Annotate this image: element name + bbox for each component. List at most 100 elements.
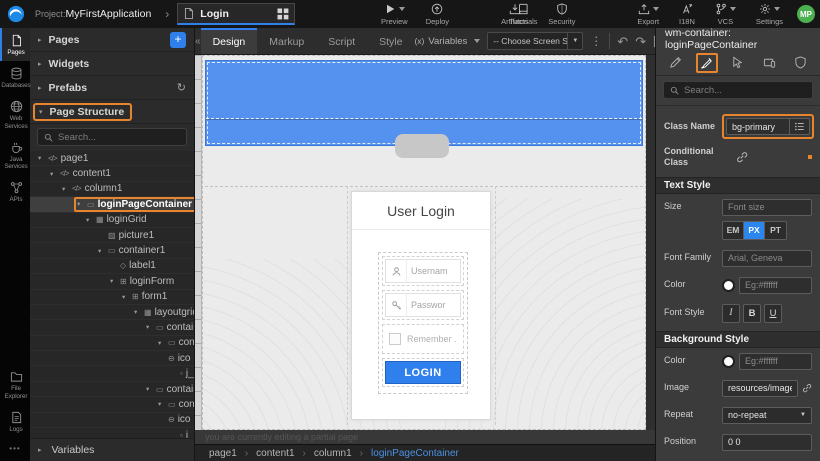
expand-arrow-icon[interactable]: ▾ [110, 277, 120, 285]
tree-node-column1[interactable]: ▾ </> column1 [30, 182, 194, 197]
font-size-input[interactable] [722, 199, 812, 216]
panel-section-page-structure[interactable]: ▾Page Structure [30, 100, 194, 124]
expand-arrow-icon[interactable]: ▾ [62, 185, 72, 193]
tree-node-ico[interactable]: ⊖ ico [30, 351, 194, 366]
bind-link-icon[interactable] [802, 382, 812, 394]
tab-style[interactable]: Style [367, 28, 414, 54]
tree-node-form1[interactable]: ▾ ⊞ form1 [30, 290, 194, 305]
bold-button[interactable]: B [743, 304, 761, 323]
deploy-button[interactable]: Deploy [417, 0, 458, 28]
tree-node-content1[interactable]: ▾ </> content1 [30, 166, 194, 181]
tree-node-layoutgrid2[interactable]: ▾ ▦ layoutgrid2 [30, 305, 194, 320]
tree-search-input[interactable] [58, 132, 180, 143]
expand-arrow-icon[interactable]: ▾ [158, 339, 168, 347]
unit-em-button[interactable]: EM [723, 222, 744, 239]
color-swatch[interactable] [722, 355, 735, 368]
add-page-button[interactable]: + [170, 32, 186, 48]
settings-button[interactable]: Settings [747, 0, 792, 28]
design-canvas[interactable]: User Login [202, 55, 646, 430]
tree-node-loginForm[interactable]: ▾ ⊞ loginForm [30, 274, 194, 289]
background-position-input[interactable] [722, 434, 812, 451]
i18n-button[interactable]: I18N [670, 0, 704, 28]
breadcrumb-item-content1[interactable]: content1 [256, 448, 294, 459]
expand-arrow-icon[interactable]: ▾ [146, 385, 156, 393]
background-color-input[interactable] [739, 353, 812, 370]
tab-design[interactable]: Design [201, 28, 258, 54]
rail-item-pages[interactable]: Pages [0, 28, 30, 61]
expand-arrow-icon[interactable]: ▾ [158, 400, 168, 408]
color-swatch[interactable] [722, 279, 735, 292]
rail-item-web-services[interactable]: Web Services [0, 94, 30, 134]
rail-item-databases[interactable]: Databases [0, 61, 30, 94]
events-tab-cursor-icon[interactable] [727, 53, 749, 73]
font-family-input[interactable] [722, 250, 812, 267]
vcs-button[interactable]: VCS [706, 0, 745, 28]
redo-icon[interactable]: ↷ [635, 35, 646, 48]
breadcrumb-item-column1[interactable]: column1 [314, 448, 352, 459]
expand-arrow-icon[interactable]: ▾ [122, 293, 132, 301]
tree-node-container1[interactable]: ▾ ▭ container1 [30, 243, 194, 258]
picture-placeholder[interactable] [395, 134, 449, 158]
login-form[interactable]: Remember ... LOGIN [378, 252, 468, 394]
rail-item-apis[interactable]: APIs [0, 175, 30, 208]
expand-arrow-icon[interactable]: ▾ [86, 216, 96, 224]
more-rail-items-icon[interactable]: ••• [0, 438, 30, 461]
unit-pt-button[interactable]: PT [765, 222, 786, 239]
inspector-search-input[interactable] [684, 85, 806, 96]
avatar[interactable]: MP [797, 5, 815, 23]
preview-button[interactable]: Preview [372, 0, 417, 28]
tree-node-loginGrid[interactable]: ▾ ▦ loginGrid [30, 213, 194, 228]
tree-node-ico[interactable]: ⊖ ico [30, 413, 194, 428]
expand-arrow-icon[interactable]: ▾ [134, 308, 144, 316]
security-button[interactable]: Security [539, 0, 584, 28]
tree-node-j_us[interactable]: ▫ j_us [30, 366, 194, 381]
page-tab-login[interactable]: Login [177, 3, 295, 25]
tab-markup[interactable]: Markup [257, 28, 316, 54]
underline-button[interactable]: U [764, 304, 782, 323]
breadcrumb-item-page1[interactable]: page1 [209, 448, 237, 459]
tree-search-box[interactable] [37, 128, 187, 146]
bind-link-icon[interactable] [736, 151, 748, 163]
inspector-search-box[interactable] [663, 81, 813, 99]
username-input[interactable] [407, 260, 460, 282]
devices-tab-icon[interactable] [758, 53, 780, 73]
more-options-icon[interactable]: ⋮ [590, 34, 602, 48]
rail-item-logs[interactable]: Logs [0, 405, 30, 438]
export-button[interactable]: Export [628, 0, 668, 28]
breadcrumb-item-loginPageContainer[interactable]: loginPageContainer [371, 448, 459, 459]
variables-section[interactable]: ▸ Variables [30, 438, 194, 461]
undo-icon[interactable]: ↶ [617, 35, 628, 48]
tree-node-label1[interactable]: ◇ label1 [30, 259, 194, 274]
styles-tab-brush-icon[interactable] [696, 53, 718, 73]
repeat-select[interactable]: no-repeat ▼ [722, 407, 812, 424]
tree-node-j_pa[interactable]: ▫ j_pa [30, 428, 194, 438]
tree-node-picture1[interactable]: ▨ picture1 [30, 228, 194, 243]
italic-button[interactable]: I [722, 304, 740, 323]
panel-section-pages[interactable]: ▸Pages + [30, 28, 194, 52]
refresh-icon[interactable]: ↻ [177, 81, 186, 94]
expand-arrow-icon[interactable]: ▾ [50, 170, 60, 178]
apps-grid-icon[interactable] [277, 8, 289, 20]
tree-node-page1[interactable]: ▾ </> page1 [30, 151, 194, 166]
artifacts-button[interactable]: Artifacts [492, 0, 537, 28]
login-button[interactable]: LOGIN [385, 361, 461, 384]
remember-checkbox[interactable] [389, 333, 401, 345]
password-input[interactable] [407, 294, 460, 316]
remember-me-group[interactable]: Remember ... [382, 324, 464, 354]
tree-node-con[interactable]: ▾ ▭ con [30, 336, 194, 351]
tree-node-loginPageContainer[interactable]: ▾ ▭ loginPageContainer [30, 197, 194, 212]
tree-node-contain[interactable]: ▾ ▭ contain [30, 320, 194, 335]
properties-tab-pencil-icon[interactable] [665, 53, 687, 73]
expand-arrow-icon[interactable]: ▾ [77, 200, 87, 208]
tab-script[interactable]: Script [316, 28, 367, 54]
unit-px-button[interactable]: PX [744, 222, 765, 239]
class-name-input[interactable] [726, 118, 790, 135]
variables-button[interactable]: (x) Variables [414, 36, 480, 47]
tree-node-con[interactable]: ▾ ▭ con [30, 397, 194, 412]
screen-size-select[interactable]: -- Choose Screen Size -- ▼ [487, 32, 583, 50]
expand-arrow-icon[interactable]: ▾ [98, 247, 108, 255]
background-style-section-header[interactable]: Background Style [656, 331, 820, 348]
login-card[interactable]: User Login [351, 191, 491, 420]
expand-arrow-icon[interactable]: ▾ [38, 154, 48, 162]
rail-item-java-services[interactable]: Java Services [0, 135, 30, 175]
